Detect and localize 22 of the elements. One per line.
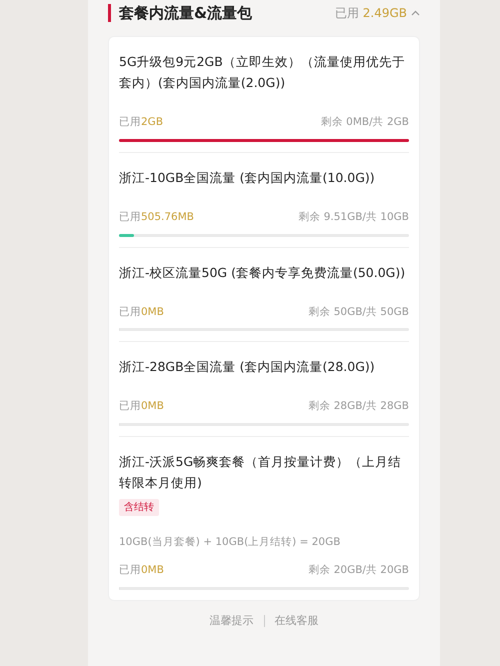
used-amount: 已用0MB xyxy=(119,399,164,414)
used-amount: 已用0MB xyxy=(119,304,164,320)
used-amount: 已用2GB xyxy=(119,115,164,130)
footer-link[interactable]: 温馨提示 xyxy=(210,612,254,629)
remaining-amount: 剩余 0MB/共 2GB xyxy=(320,115,409,130)
remaining-amount: 剩余 50GB/共 50GB xyxy=(308,304,409,320)
package-title: 5G升级包9元2GB（立即生效）（流量使用优先于套内）(套内国内流量(2.0G)) xyxy=(119,53,406,92)
section-title: 套餐内流量&流量包 xyxy=(108,4,252,22)
package-note: 10GB(当月套餐) + 10GB(上月结转) = 20GB xyxy=(119,535,342,550)
used-amount: 已用505.76MB xyxy=(119,210,194,225)
carryover-tag: 含结转 xyxy=(119,499,159,516)
package-title: 浙江-沃派5G畅爽套餐（首月按量计费）（上月结转限本月使用) xyxy=(119,453,402,492)
remaining-amount: 剩余 28GB/共 28GB xyxy=(308,399,409,414)
package-title: 浙江-10GB全国流量 (套内国内流量(10.0G)) xyxy=(119,168,376,187)
footer-link[interactable]: 在线客服 xyxy=(274,612,318,629)
chevron-up-icon[interactable] xyxy=(411,10,420,16)
package-title: 浙江-28GB全国流量 (套内国内流量(28.0G)) xyxy=(119,358,376,376)
used-total: 已用 2.49GB xyxy=(334,5,407,22)
package-title: 浙江-校区流量50G (套餐内专享免费流量(50.0G)) xyxy=(119,264,406,282)
remaining-amount: 剩余 20GB/共 20GB xyxy=(308,562,409,578)
used-amount: 已用0MB xyxy=(119,562,164,578)
remaining-amount: 剩余 9.51GB/共 10GB xyxy=(298,210,409,225)
